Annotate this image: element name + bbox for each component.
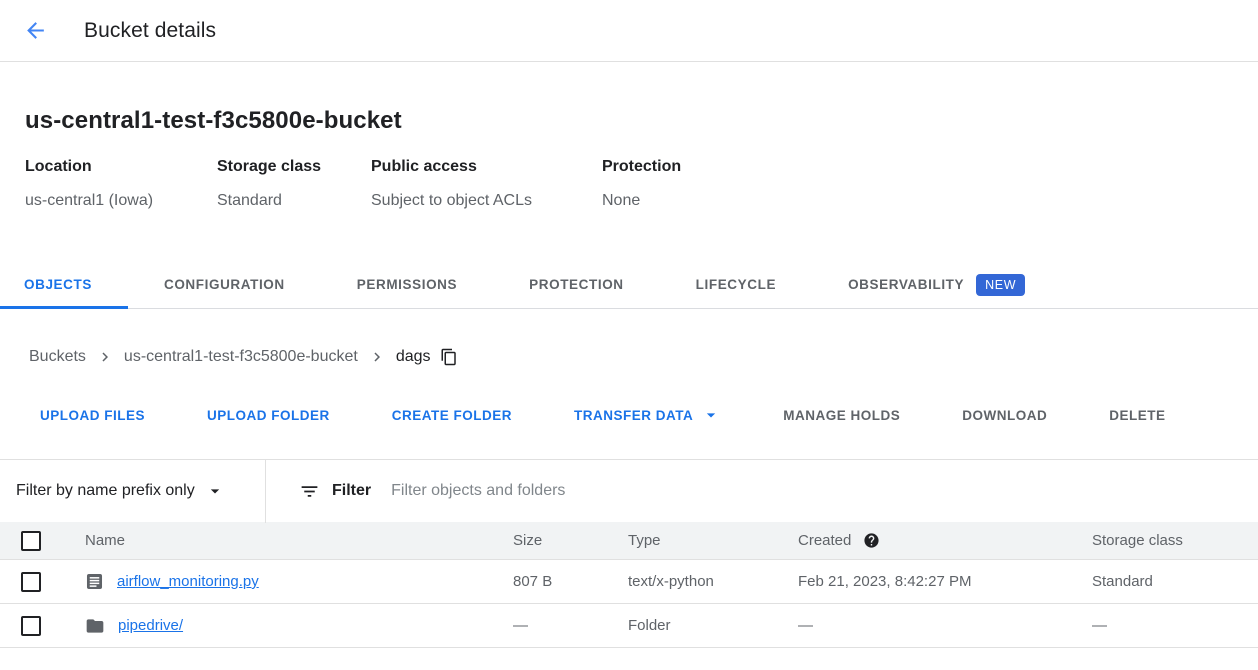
tab-permissions[interactable]: PERMISSIONS bbox=[321, 261, 493, 308]
filter-list-icon bbox=[299, 481, 320, 502]
meta-label-storage-class: Storage class bbox=[217, 158, 371, 176]
file-icon bbox=[85, 572, 104, 591]
filter-row: Filter by name prefix only Filter bbox=[0, 459, 1258, 522]
meta-label-location: Location bbox=[25, 158, 217, 176]
bucket-meta: Location us-central1 (Iowa) Storage clas… bbox=[25, 158, 1233, 210]
chevron-right-icon bbox=[368, 348, 386, 366]
tab-bar: OBJECTS CONFIGURATION PERMISSIONS PROTEC… bbox=[0, 261, 1258, 309]
meta-value-storage-class: Standard bbox=[217, 192, 371, 210]
breadcrumb-buckets[interactable]: Buckets bbox=[29, 348, 86, 366]
column-header-name: Name bbox=[85, 532, 513, 549]
object-toolbar: UPLOAD FILES UPLOAD FOLDER CREATE FOLDER… bbox=[0, 393, 1258, 437]
arrow-drop-down-icon bbox=[205, 481, 225, 501]
cell-type: text/x-python bbox=[628, 573, 798, 590]
download-button[interactable]: DOWNLOAD bbox=[934, 397, 1075, 433]
cell-created: — bbox=[798, 617, 1092, 634]
manage-holds-button[interactable]: MANAGE HOLDS bbox=[755, 397, 928, 433]
upload-folder-button[interactable]: UPLOAD FOLDER bbox=[179, 397, 358, 433]
cell-storage-class: Standard bbox=[1092, 573, 1258, 590]
breadcrumb: Buckets us-central1-test-f3c5800e-bucket… bbox=[0, 343, 1258, 371]
tab-observability-label: OBSERVABILITY bbox=[848, 277, 964, 292]
meta-value-public-access: Subject to object ACLs bbox=[371, 192, 602, 210]
new-badge: NEW bbox=[976, 274, 1025, 296]
tab-protection-label: PROTECTION bbox=[529, 277, 624, 292]
filter-label: Filter bbox=[332, 482, 371, 500]
select-row-checkbox[interactable] bbox=[21, 572, 41, 592]
page-title: Bucket details bbox=[84, 19, 216, 43]
filter-mode-dropdown[interactable]: Filter by name prefix only bbox=[0, 481, 265, 501]
filter-mode-label: Filter by name prefix only bbox=[16, 482, 195, 500]
copy-path-button[interactable] bbox=[440, 348, 458, 366]
bucket-name-heading: us-central1-test-f3c5800e-bucket bbox=[25, 107, 1233, 135]
content-copy-icon bbox=[440, 348, 458, 366]
select-row-checkbox[interactable] bbox=[21, 616, 41, 636]
tab-objects-label: OBJECTS bbox=[24, 277, 92, 292]
meta-value-protection: None bbox=[602, 192, 681, 210]
column-header-created: Created bbox=[798, 532, 851, 549]
cell-size: 807 B bbox=[513, 573, 628, 590]
back-button[interactable] bbox=[22, 18, 48, 44]
column-header-type: Type bbox=[628, 532, 798, 549]
meta-value-location: us-central1 (Iowa) bbox=[25, 192, 217, 210]
column-header-storage-class: Storage class bbox=[1092, 532, 1258, 549]
object-link[interactable]: airflow_monitoring.py bbox=[117, 573, 259, 590]
tab-protection[interactable]: PROTECTION bbox=[493, 261, 660, 308]
cell-type: Folder bbox=[628, 617, 798, 634]
cell-created: Feb 21, 2023, 8:42:27 PM bbox=[798, 573, 1092, 590]
app-bar: Bucket details bbox=[0, 0, 1258, 62]
select-all-checkbox[interactable] bbox=[21, 531, 41, 551]
breadcrumb-current-folder: dags bbox=[396, 348, 431, 366]
folder-link[interactable]: pipedrive/ bbox=[118, 617, 183, 634]
upload-files-button[interactable]: UPLOAD FILES bbox=[12, 397, 173, 433]
arrow-left-icon bbox=[23, 18, 48, 43]
table-row: pipedrive/ — Folder — — bbox=[0, 604, 1258, 648]
delete-button[interactable]: DELETE bbox=[1081, 397, 1193, 433]
breadcrumb-bucket-name[interactable]: us-central1-test-f3c5800e-bucket bbox=[124, 348, 358, 366]
tab-configuration[interactable]: CONFIGURATION bbox=[128, 261, 321, 308]
filter-input[interactable] bbox=[389, 481, 1258, 501]
meta-label-public-access: Public access bbox=[371, 158, 602, 176]
tab-objects[interactable]: OBJECTS bbox=[0, 261, 128, 308]
column-header-size: Size bbox=[513, 532, 628, 549]
folder-icon bbox=[85, 616, 105, 636]
tab-observability[interactable]: OBSERVABILITY NEW bbox=[812, 261, 1061, 308]
table-row: airflow_monitoring.py 807 B text/x-pytho… bbox=[0, 560, 1258, 604]
transfer-data-button[interactable]: TRANSFER DATA bbox=[546, 397, 749, 433]
meta-label-protection: Protection bbox=[602, 158, 681, 176]
cell-storage-class: — bbox=[1092, 617, 1258, 634]
tab-configuration-label: CONFIGURATION bbox=[164, 277, 285, 292]
chevron-right-icon bbox=[96, 348, 114, 366]
create-folder-button[interactable]: CREATE FOLDER bbox=[364, 397, 540, 433]
tab-lifecycle-label: LIFECYCLE bbox=[696, 277, 776, 292]
cell-size: — bbox=[513, 617, 628, 634]
created-help-button[interactable] bbox=[863, 532, 880, 549]
tab-permissions-label: PERMISSIONS bbox=[357, 277, 457, 292]
vertical-divider bbox=[265, 460, 266, 523]
bucket-summary: us-central1-test-f3c5800e-bucket Locatio… bbox=[0, 62, 1258, 210]
transfer-data-label: TRANSFER DATA bbox=[574, 408, 693, 423]
tab-lifecycle[interactable]: LIFECYCLE bbox=[660, 261, 812, 308]
table-header: Name Size Type Created Storage class bbox=[0, 522, 1258, 560]
help-icon bbox=[863, 532, 880, 549]
arrow-drop-down-icon bbox=[701, 405, 721, 425]
